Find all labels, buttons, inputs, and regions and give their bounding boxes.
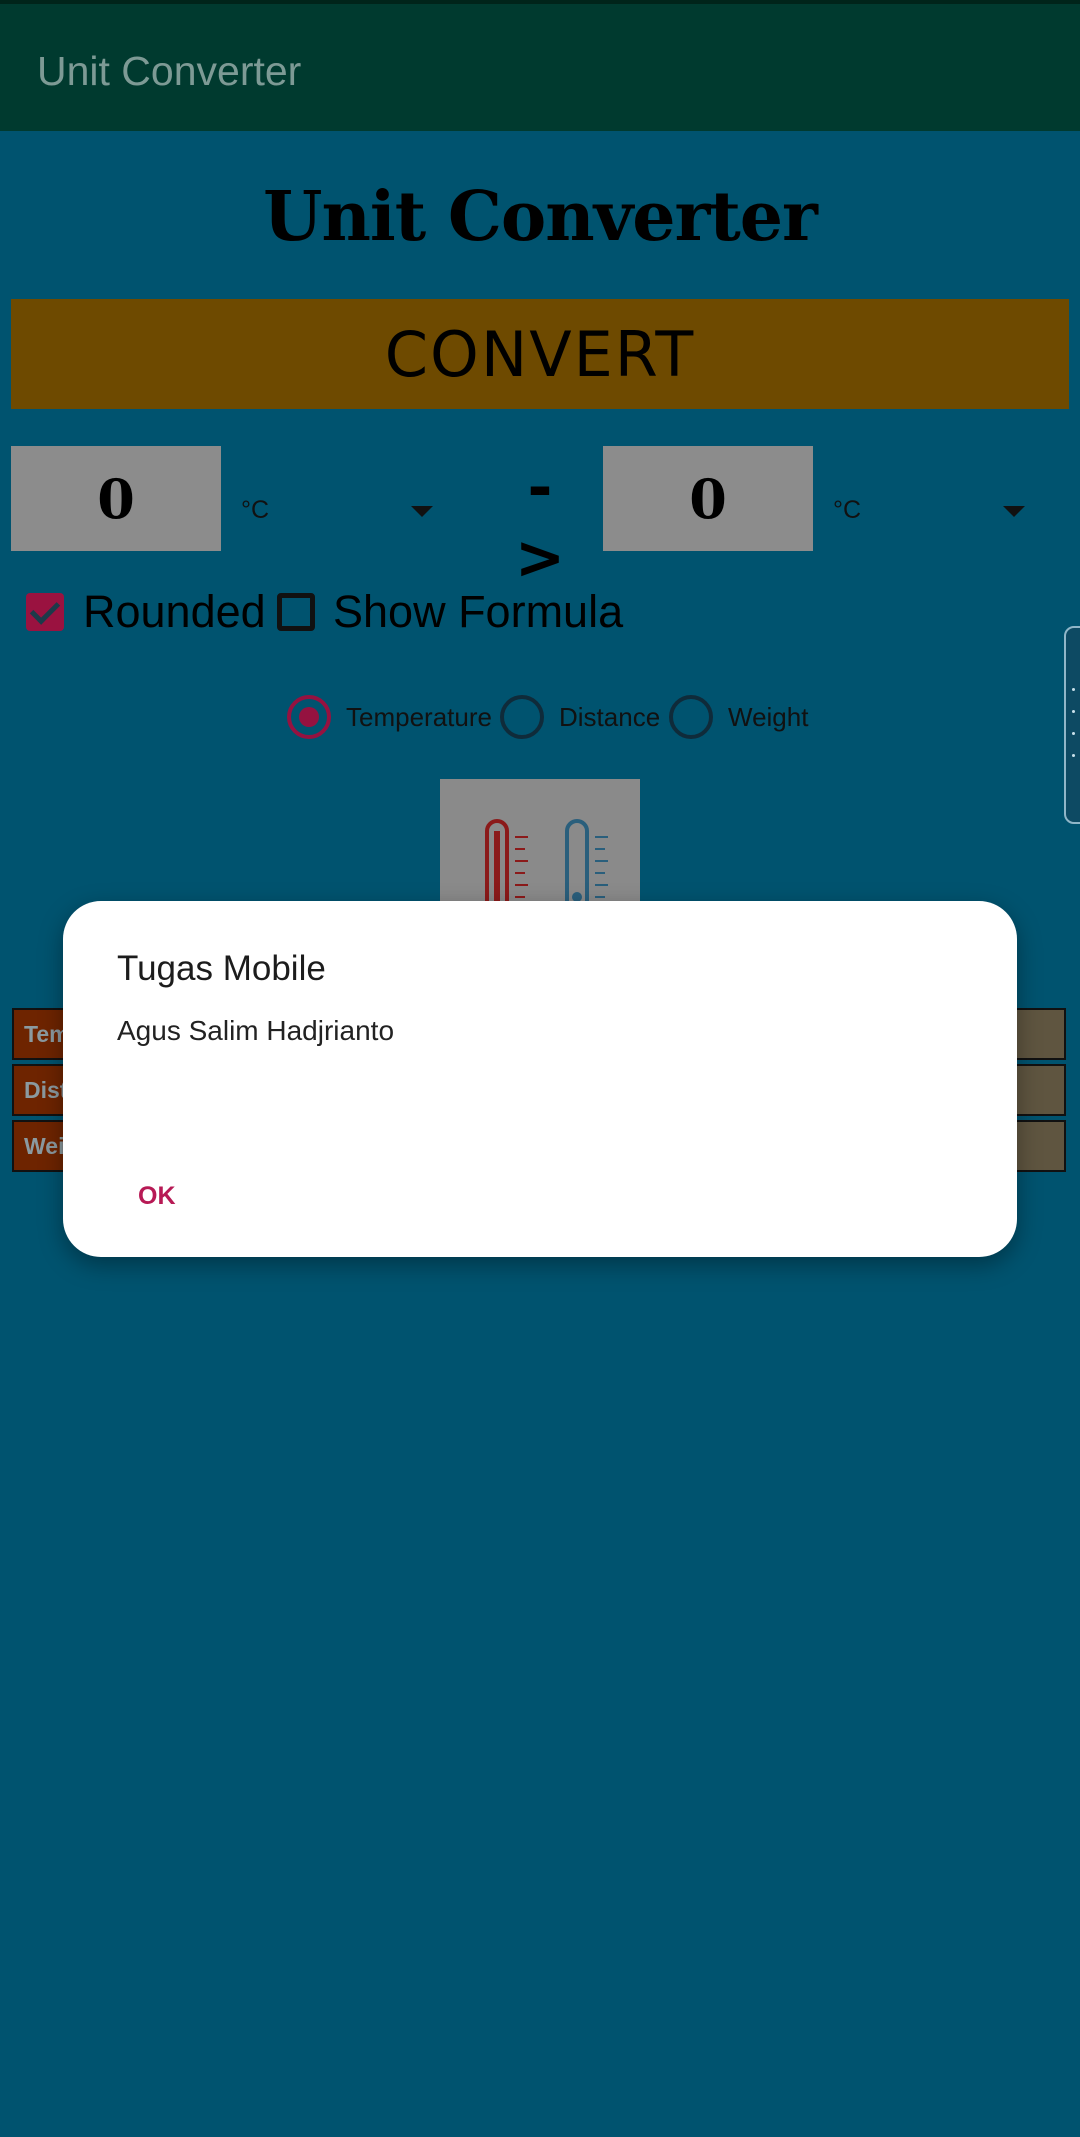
app-bar-title: Unit Converter — [37, 48, 302, 94]
app-bar: Unit Converter — [0, 4, 1080, 131]
edge-panel-handle[interactable] — [1064, 626, 1080, 824]
handle-dot — [1072, 688, 1075, 691]
check-icon — [29, 594, 61, 625]
chevron-down-icon[interactable] — [1003, 506, 1025, 517]
chevron-down-icon[interactable] — [411, 506, 433, 517]
radio-weight-label[interactable]: Weight — [728, 702, 808, 733]
input-unit-select[interactable]: °C — [241, 496, 269, 525]
input-value-field[interactable]: 0 — [11, 446, 221, 551]
radio-weight[interactable] — [669, 695, 713, 739]
page-title: Unit Converter — [263, 177, 818, 257]
radio-selected-dot — [299, 707, 319, 727]
radio-temperature[interactable] — [287, 695, 331, 739]
radio-temperature-label[interactable]: Temperature — [346, 702, 492, 733]
radio-distance[interactable] — [500, 695, 544, 739]
alert-dialog: Tugas Mobile Agus Salim Hadjrianto OK — [63, 901, 1017, 1257]
handle-dot — [1072, 754, 1075, 757]
handle-dot — [1072, 732, 1075, 735]
dialog-message: Agus Salim Hadjrianto — [117, 1015, 395, 1046]
arrow-label: -> — [514, 453, 566, 593]
convert-button[interactable]: CONVERT — [11, 299, 1069, 409]
output-value-field: 0 — [603, 446, 813, 551]
rounded-label[interactable]: Rounded — [83, 586, 266, 638]
output-unit-select[interactable]: °C — [833, 496, 861, 525]
show-formula-checkbox[interactable] — [277, 593, 315, 631]
handle-dot — [1072, 710, 1075, 713]
rounded-checkbox[interactable] — [26, 593, 64, 631]
show-formula-label[interactable]: Show Formula — [333, 586, 623, 638]
dialog-title: Tugas Mobile — [117, 949, 326, 988]
ok-button[interactable]: OK — [138, 1173, 238, 1219]
radio-distance-label[interactable]: Distance — [559, 702, 660, 733]
